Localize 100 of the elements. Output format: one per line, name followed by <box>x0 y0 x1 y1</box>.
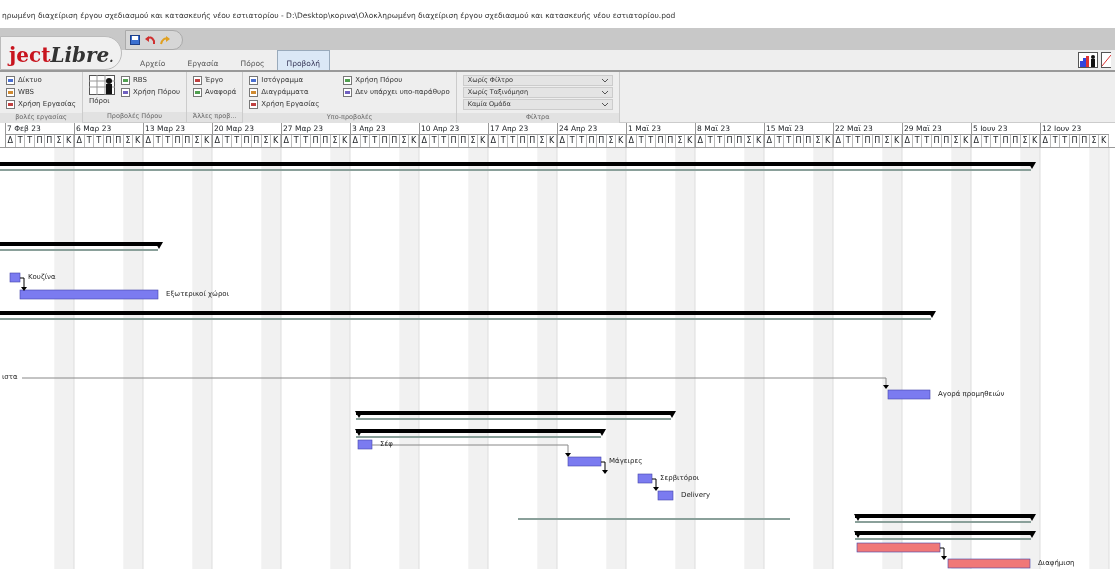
save-icon[interactable] <box>130 35 140 45</box>
day-label: Δ <box>489 135 499 147</box>
day-label: Π <box>872 135 883 147</box>
day-label: Κ <box>685 135 696 147</box>
day-label: Τ <box>84 135 95 147</box>
day-label: Π <box>794 135 804 147</box>
day-label: Π <box>320 135 331 147</box>
day-label: Δ <box>972 135 982 147</box>
day-label: Π <box>449 135 459 147</box>
day-label: Τ <box>922 135 933 147</box>
day-label: Π <box>1001 135 1011 147</box>
day-label: Π <box>734 135 745 147</box>
day-label: Σ <box>675 135 686 147</box>
day-label: Π <box>665 135 676 147</box>
day-label: Π <box>182 135 193 147</box>
day-label: Π <box>518 135 528 147</box>
day-label: Π <box>596 135 607 147</box>
day-label: Κ <box>823 135 834 147</box>
day-label: Κ <box>409 135 420 147</box>
histogram-icon[interactable] <box>1078 52 1098 68</box>
day-label: Κ <box>271 135 282 147</box>
day-label: Τ <box>222 135 233 147</box>
day-label: Δ <box>420 135 430 147</box>
day-label: Π <box>932 135 942 147</box>
day-label: Δ <box>144 135 154 147</box>
day-label: Π <box>803 135 814 147</box>
day-label: Π <box>527 135 538 147</box>
day-label: Δ <box>213 135 223 147</box>
day-label: Τ <box>25 135 36 147</box>
day-label: Δ <box>6 135 16 147</box>
day-label: Π <box>587 135 597 147</box>
day-label: Δ <box>696 135 706 147</box>
day-label: Τ <box>636 135 647 147</box>
day-label: Τ <box>1050 135 1061 147</box>
day-label: Σ <box>882 135 893 147</box>
day-label: Κ <box>340 135 351 147</box>
day-label: Π <box>725 135 735 147</box>
day-label: Σ <box>1089 135 1100 147</box>
day-label: Κ <box>64 135 75 147</box>
day-label: Π <box>656 135 666 147</box>
dependency-arrow <box>19 277 27 291</box>
day-label: Δ <box>351 135 361 147</box>
day-label: Π <box>863 135 873 147</box>
day-label: Σ <box>54 135 65 147</box>
dependency-arrow <box>600 461 608 474</box>
day-label: Π <box>104 135 114 147</box>
day-label: Τ <box>360 135 371 147</box>
day-label: Τ <box>439 135 450 147</box>
day-label: Τ <box>991 135 1002 147</box>
day-label: Τ <box>508 135 519 147</box>
line-chart-icon[interactable] <box>1101 52 1111 68</box>
day-label: Τ <box>646 135 657 147</box>
day-label: Π <box>173 135 183 147</box>
day-label: Π <box>1010 135 1021 147</box>
day-label: Τ <box>429 135 440 147</box>
day-label: Π <box>1079 135 1090 147</box>
day-label: Σ <box>951 135 962 147</box>
day-label: Τ <box>784 135 795 147</box>
day-label: Τ <box>981 135 992 147</box>
day-label: Τ <box>715 135 726 147</box>
day-label: Τ <box>774 135 785 147</box>
day-label: Π <box>251 135 262 147</box>
day-label: Π <box>35 135 45 147</box>
day-label: Σ <box>192 135 203 147</box>
day-label: Κ <box>1099 135 1110 147</box>
day-label: Π <box>458 135 469 147</box>
day-label: Σ <box>1020 135 1031 147</box>
day-label: Δ <box>1041 135 1051 147</box>
day-label: Σ <box>330 135 341 147</box>
day-label: Δ <box>558 135 568 147</box>
day-label: Σ <box>123 135 134 147</box>
dependency-arrow <box>651 478 659 491</box>
day-label: Κ <box>754 135 765 147</box>
day-label: Σ <box>399 135 410 147</box>
day-label: Π <box>389 135 400 147</box>
undo-icon[interactable] <box>145 35 155 45</box>
day-label: Τ <box>843 135 854 147</box>
day-label: Κ <box>892 135 903 147</box>
day-label: Δ <box>903 135 913 147</box>
day-label: Τ <box>853 135 864 147</box>
day-label: Τ <box>370 135 381 147</box>
day-label: Τ <box>94 135 105 147</box>
day-label: Τ <box>1060 135 1071 147</box>
day-label: Σ <box>606 135 617 147</box>
day-label: Τ <box>153 135 164 147</box>
day-label: Δ <box>765 135 775 147</box>
day-label: Π <box>1070 135 1080 147</box>
day-label: Τ <box>15 135 26 147</box>
resource-sheet-icon[interactable] <box>88 75 115 95</box>
day-label: Δ <box>834 135 844 147</box>
day-label: Σ <box>813 135 824 147</box>
day-label: Τ <box>301 135 312 147</box>
day-label: Τ <box>705 135 716 147</box>
dependency-arrow <box>939 547 947 560</box>
day-label: Τ <box>498 135 509 147</box>
day-label: Π <box>380 135 390 147</box>
day-label: Π <box>941 135 952 147</box>
day-label: Σ <box>744 135 755 147</box>
day-label: Κ <box>133 135 144 147</box>
day-label: Τ <box>291 135 302 147</box>
